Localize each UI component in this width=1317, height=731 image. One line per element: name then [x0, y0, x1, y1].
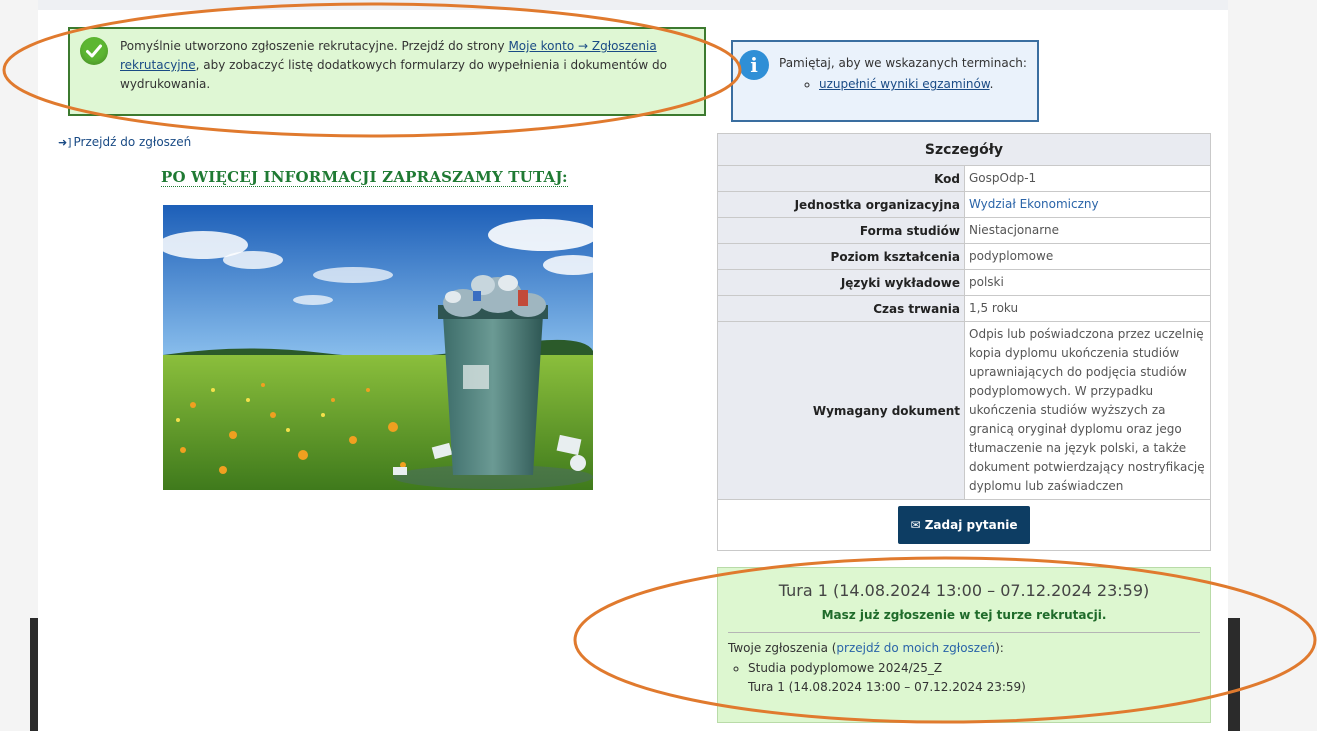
- row-label: Języki wykładowe: [717, 269, 965, 296]
- info-item-suffix: .: [989, 77, 994, 91]
- applications-list: Studia podyplomowe 2024/25_Z Tura 1 (14.0…: [718, 659, 1210, 697]
- row-label: Jednostka organizacyjna: [717, 191, 965, 218]
- applications-suffix: ):: [995, 641, 1004, 655]
- applications-prefix: Twoje zgłoszenia (: [728, 641, 837, 655]
- check-icon: [80, 37, 108, 65]
- faculty-link[interactable]: Wydział Ekonomiczny: [969, 197, 1099, 211]
- promo-heading-link[interactable]: PO WIĘCEJ INFORMACJI ZAPRASZAMY TUTAJ:: [161, 168, 568, 187]
- row-value: Niestacjonarne: [964, 217, 1211, 244]
- applications-text: Twoje zgłoszenia (przejdź do moich zgłos…: [728, 641, 1210, 655]
- row-label: Forma studiów: [717, 217, 965, 244]
- row-value: 1,5 roku: [964, 295, 1211, 322]
- row-label: Czas trwania: [717, 295, 965, 322]
- details-row-duration: Czas trwania 1,5 roku: [717, 295, 1211, 322]
- row-label: Kod: [717, 165, 965, 192]
- right-dark-bar: [1228, 618, 1240, 731]
- details-row-languages: Języki wykładowe polski: [717, 269, 1211, 296]
- details-row-document: Wymagany dokument Odpis lub poświadczona …: [717, 321, 1211, 500]
- ask-question-button[interactable]: ✉ Zadaj pytanie: [898, 506, 1030, 544]
- row-label: Wymagany dokument: [717, 321, 965, 500]
- info-list: uzupełnić wyniki egzaminów.: [779, 75, 1029, 94]
- round-message: Masz już zgłoszenie w tej turze rekrutac…: [821, 608, 1107, 622]
- details-title: Szczegóły: [717, 133, 1211, 166]
- round-divider: [728, 632, 1200, 633]
- info-icon: i: [739, 50, 769, 80]
- success-text-after: , aby zobaczyć listę dodatkowych formula…: [120, 58, 667, 91]
- sign-in-icon: ➜]: [58, 136, 72, 149]
- row-value: podyplomowe: [964, 243, 1211, 270]
- exam-results-link[interactable]: uzupełnić wyniki egzaminów: [819, 77, 990, 91]
- left-dark-bar: [30, 618, 38, 731]
- recruitment-round-box: Tura 1 (14.08.2024 13:00 – 07.12.2024 23…: [717, 567, 1211, 723]
- go-to-applications-link[interactable]: ➜] Przejdź do zgłoszeń: [58, 135, 191, 149]
- application-program: Studia podyplomowe 2024/25_Z: [748, 661, 943, 675]
- row-label: Poziom kształcenia: [717, 243, 965, 270]
- round-title: Tura 1 (14.08.2024 13:00 – 07.12.2024 23…: [778, 581, 1150, 600]
- success-alert: Pomyślnie utworzono zgłoszenie rekrutacy…: [68, 27, 706, 116]
- left-page-margin: [0, 0, 38, 731]
- row-value: Odpis lub poświadczona przez uczelnię ko…: [964, 321, 1211, 500]
- details-table: Szczegóły Kod GospOdp-1 Jednostka organiz…: [717, 133, 1211, 551]
- row-value: GospOdp-1: [964, 165, 1211, 192]
- info-text: Pamiętaj, aby we wskazanych terminach:: [779, 56, 1027, 70]
- application-round: Tura 1 (14.08.2024 13:00 – 07.12.2024 23…: [748, 680, 1026, 694]
- promo-image-illustration: [163, 205, 593, 490]
- my-applications-link[interactable]: przejdź do moich zgłoszeń: [836, 641, 995, 655]
- ask-question-label: Zadaj pytanie: [924, 518, 1018, 532]
- success-text-before: Pomyślnie utworzono zgłoszenie rekrutacy…: [120, 39, 509, 53]
- details-row-code: Kod GospOdp-1: [717, 165, 1211, 192]
- details-row-level: Poziom kształcenia podyplomowe: [717, 243, 1211, 270]
- info-alert: i Pamiętaj, aby we wskazanych terminach:…: [731, 40, 1039, 122]
- application-item: Studia podyplomowe 2024/25_Z Tura 1 (14.0…: [748, 659, 1210, 697]
- info-list-item: uzupełnić wyniki egzaminów.: [819, 75, 1029, 94]
- right-page-margin: [1228, 0, 1317, 731]
- row-value: polski: [964, 269, 1211, 296]
- go-to-applications-label: Przejdź do zgłoszeń: [73, 135, 192, 149]
- promo-image[interactable]: [163, 205, 593, 490]
- details-row-form: Forma studiów Niestacjonarne: [717, 217, 1211, 244]
- envelope-icon: ✉: [910, 518, 925, 532]
- top-strip: [38, 0, 1228, 10]
- details-row-unit: Jednostka organizacyjna Wydział Ekonomicz…: [717, 191, 1211, 218]
